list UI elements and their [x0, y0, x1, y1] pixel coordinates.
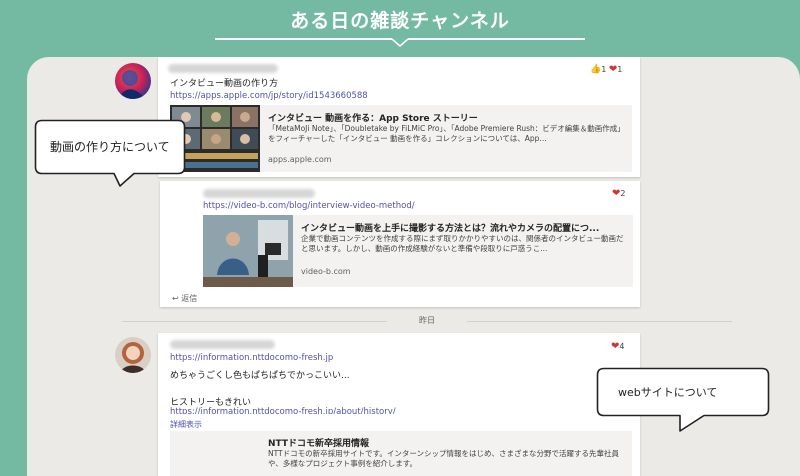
- preview-domain: apps.apple.com: [268, 155, 332, 164]
- avatar-image: [115, 337, 151, 373]
- user-avatar-3[interactable]: [115, 337, 151, 373]
- preview-title[interactable]: インタビュー 動画を作る：App Store ストーリー: [268, 111, 478, 124]
- preview-domain: video-b.com: [301, 267, 351, 276]
- banner-notch-icon: [392, 38, 408, 47]
- preview-thumbnail: [203, 215, 293, 287]
- message-card-2[interactable]: ❤2 https://video-b.com/blog/interview-vi…: [160, 181, 640, 307]
- reply-label: 返信: [181, 294, 198, 303]
- sender-name-redacted: [203, 189, 315, 198]
- message-link[interactable]: https://video-b.com/blog/interview-video…: [203, 201, 415, 211]
- preview-title[interactable]: インタビュー動画を上手に撮影する方法とは？流れやカメラの配置につ...: [301, 221, 599, 234]
- preview-description: NTTドコモの新卒採用サイトです。インターンシップ情報をはじめ、さまざまな分野で…: [268, 449, 620, 468]
- callout-web-text: webサイトについて: [618, 386, 718, 399]
- heart-icon: ❤: [608, 64, 618, 75]
- link-preview-card[interactable]: インタビュー 動画を作る：App Store ストーリー 「MetaMoJi N…: [170, 105, 632, 172]
- link-preview-card[interactable]: NTTドコモ新卒採用情報 NTTドコモの新卒採用サイトです。インターンシップ情報…: [170, 431, 632, 476]
- message-link[interactable]: https://apps.apple.com/jp/story/id154366…: [170, 91, 368, 101]
- preview-title[interactable]: NTTドコモ新卒採用情報: [268, 436, 369, 449]
- divider-line-right: [467, 321, 732, 322]
- heart-count: 1: [617, 65, 623, 74]
- reactions[interactable]: ❤4: [611, 341, 624, 352]
- date-label: 昨日: [419, 316, 435, 325]
- preview-description: 「MetaMoJi Note」、「Doubletake by FiLMiC Pr…: [268, 124, 625, 143]
- user-avatar-1[interactable]: [115, 63, 151, 99]
- reply-arrow-icon: ↩: [172, 294, 179, 303]
- message-link[interactable]: https://information.nttdocomo-fresh.jp: [170, 353, 333, 363]
- date-divider: 昨日: [122, 315, 732, 327]
- preview-description: 企業で動画コンテンツを作成する際にまず取りかかりやすいのは、関係者のインタビュー…: [301, 234, 624, 253]
- callout-web: webサイトについて: [596, 367, 771, 435]
- sender-name-redacted: [168, 64, 278, 73]
- channel-title: ある日の雑談チャンネル: [290, 10, 510, 32]
- callout-video-text: 動画の作り方について: [50, 140, 170, 154]
- reactions[interactable]: 👍1 ❤1: [590, 64, 622, 75]
- reactions[interactable]: ❤2: [612, 188, 625, 199]
- message-text-1: めちゃうごくし色もぱちぱちでかっこいい...: [170, 371, 350, 381]
- message-card-1[interactable]: 👍1 ❤1 インタビュー動画の作り方 https://apps.apple.co…: [158, 57, 640, 177]
- channel-banner: ある日の雑談チャンネル: [0, 0, 800, 50]
- heart-count: 2: [620, 189, 626, 198]
- callout-video: 動画の作り方について: [34, 119, 186, 189]
- message-link-2[interactable]: https://information.nttdocomo-fresh.jp/a…: [170, 407, 396, 414]
- sender-name-redacted: [170, 340, 275, 349]
- heart-count: 4: [619, 342, 625, 351]
- divider-line-left: [122, 321, 387, 322]
- like-count: 1: [601, 65, 607, 74]
- avatar-image: [115, 63, 151, 99]
- message-card-3[interactable]: ❤4 https://information.nttdocomo-fresh.j…: [158, 333, 640, 476]
- reply-button[interactable]: ↩ 返信: [172, 293, 197, 304]
- show-more-link[interactable]: 詳細表示: [170, 419, 202, 430]
- link-preview-card[interactable]: インタビュー動画を上手に撮影する方法とは？流れやカメラの配置につ... 企業で動…: [203, 215, 633, 287]
- thumbs-up-icon: 👍: [590, 64, 602, 75]
- callout-shape: [596, 367, 770, 432]
- message-text: インタビュー動画の作り方: [170, 79, 279, 89]
